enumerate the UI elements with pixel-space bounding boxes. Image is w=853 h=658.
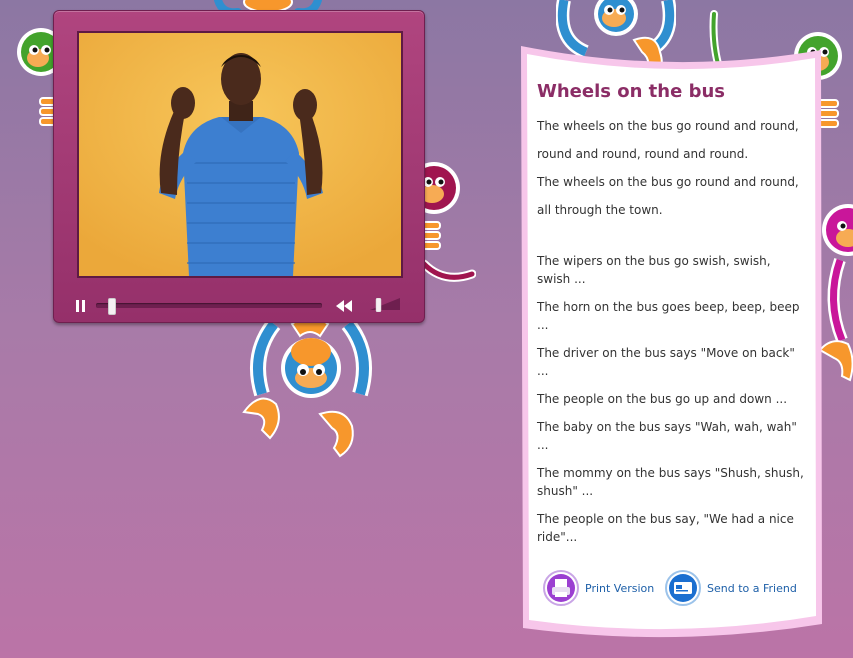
video-player (53, 10, 425, 323)
chorus-line: all through the town. (537, 203, 663, 217)
verse-line: The mommy on the bus says "Shush, shush,… (537, 466, 804, 498)
send-to-friend-label: Send to a Friend (707, 582, 797, 595)
pause-button[interactable] (76, 300, 86, 312)
chorus-line: The wheels on the bus go round and round… (537, 119, 799, 133)
chorus-line: round and round, round and round. (537, 147, 749, 161)
video-controls (62, 294, 416, 316)
verse-line: The driver on the bus says "Move on back… (537, 346, 795, 378)
video-frame[interactable] (77, 31, 403, 278)
lyrics-panel: Wheels on the bus The wheels on the bus … (517, 40, 830, 652)
send-to-friend-link[interactable]: Send to a Friend (665, 570, 805, 606)
blue-monkey-hanging (242, 316, 372, 458)
verse-line: The baby on the bus says "Wah, wah, wah"… (537, 420, 797, 452)
lyrics-content: Wheels on the bus The wheels on the bus … (537, 80, 807, 556)
verse-line: The people on the bus go up and down ... (537, 392, 788, 406)
seek-thumb[interactable] (108, 298, 116, 315)
email-card-icon (665, 570, 701, 606)
seek-bar[interactable] (96, 298, 322, 315)
song-title: Wheels on the bus (537, 81, 725, 102)
lyrics-actions: Print Version Send to a Friend (543, 570, 813, 610)
printer-icon (543, 570, 579, 606)
print-version-label: Print Version (585, 582, 655, 595)
verse-line: The people on the bus say, "We had a nic… (537, 512, 794, 544)
volume-slider[interactable] (368, 298, 400, 312)
chorus-line: The wheels on the bus go round and round… (537, 175, 799, 189)
verse-line: The wipers on the bus go swish, swish, s… (537, 254, 771, 286)
verse-line: The horn on the bus goes beep, beep, bee… (537, 300, 800, 332)
print-version-link[interactable]: Print Version (543, 570, 655, 606)
video-person (79, 33, 401, 276)
rewind-icon[interactable] (334, 300, 354, 312)
